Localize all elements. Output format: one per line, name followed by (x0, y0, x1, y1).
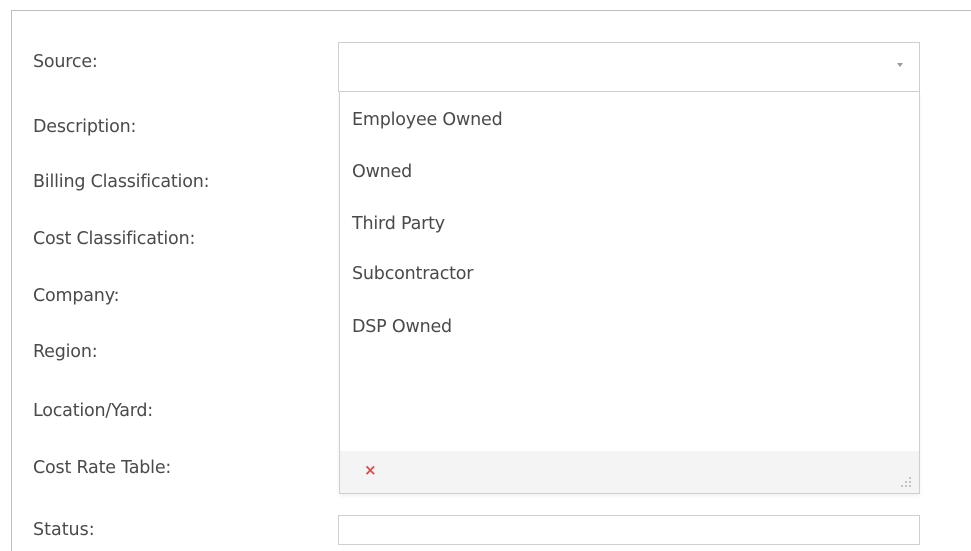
option-third-party[interactable]: Third Party (352, 214, 445, 234)
source-label: Source: (33, 52, 98, 72)
status-label: Status: (33, 520, 95, 540)
option-dsp-owned[interactable]: DSP Owned (352, 317, 452, 337)
location-yard-label: Location/Yard: (33, 401, 154, 421)
resize-grip-icon[interactable] (899, 475, 911, 487)
option-subcontractor[interactable]: Subcontractor (352, 264, 473, 284)
billing-classification-label: Billing Classification: (33, 172, 210, 192)
company-label: Company: (33, 286, 120, 306)
status-field[interactable] (338, 515, 920, 545)
region-label: Region: (33, 342, 98, 362)
description-label: Description: (33, 117, 137, 137)
source-select[interactable] (338, 42, 920, 92)
chevron-down-icon[interactable] (897, 63, 903, 67)
option-owned[interactable]: Owned (352, 162, 412, 182)
dropdown-footer: × (340, 451, 919, 493)
clear-icon[interactable]: × (364, 463, 377, 478)
cost-rate-table-label: Cost Rate Table: (33, 458, 172, 478)
source-dropdown-list: Employee Owned Owned Third Party Subcont… (339, 92, 920, 494)
option-employee-owned[interactable]: Employee Owned (352, 110, 503, 130)
cost-classification-label: Cost Classification: (33, 229, 196, 249)
